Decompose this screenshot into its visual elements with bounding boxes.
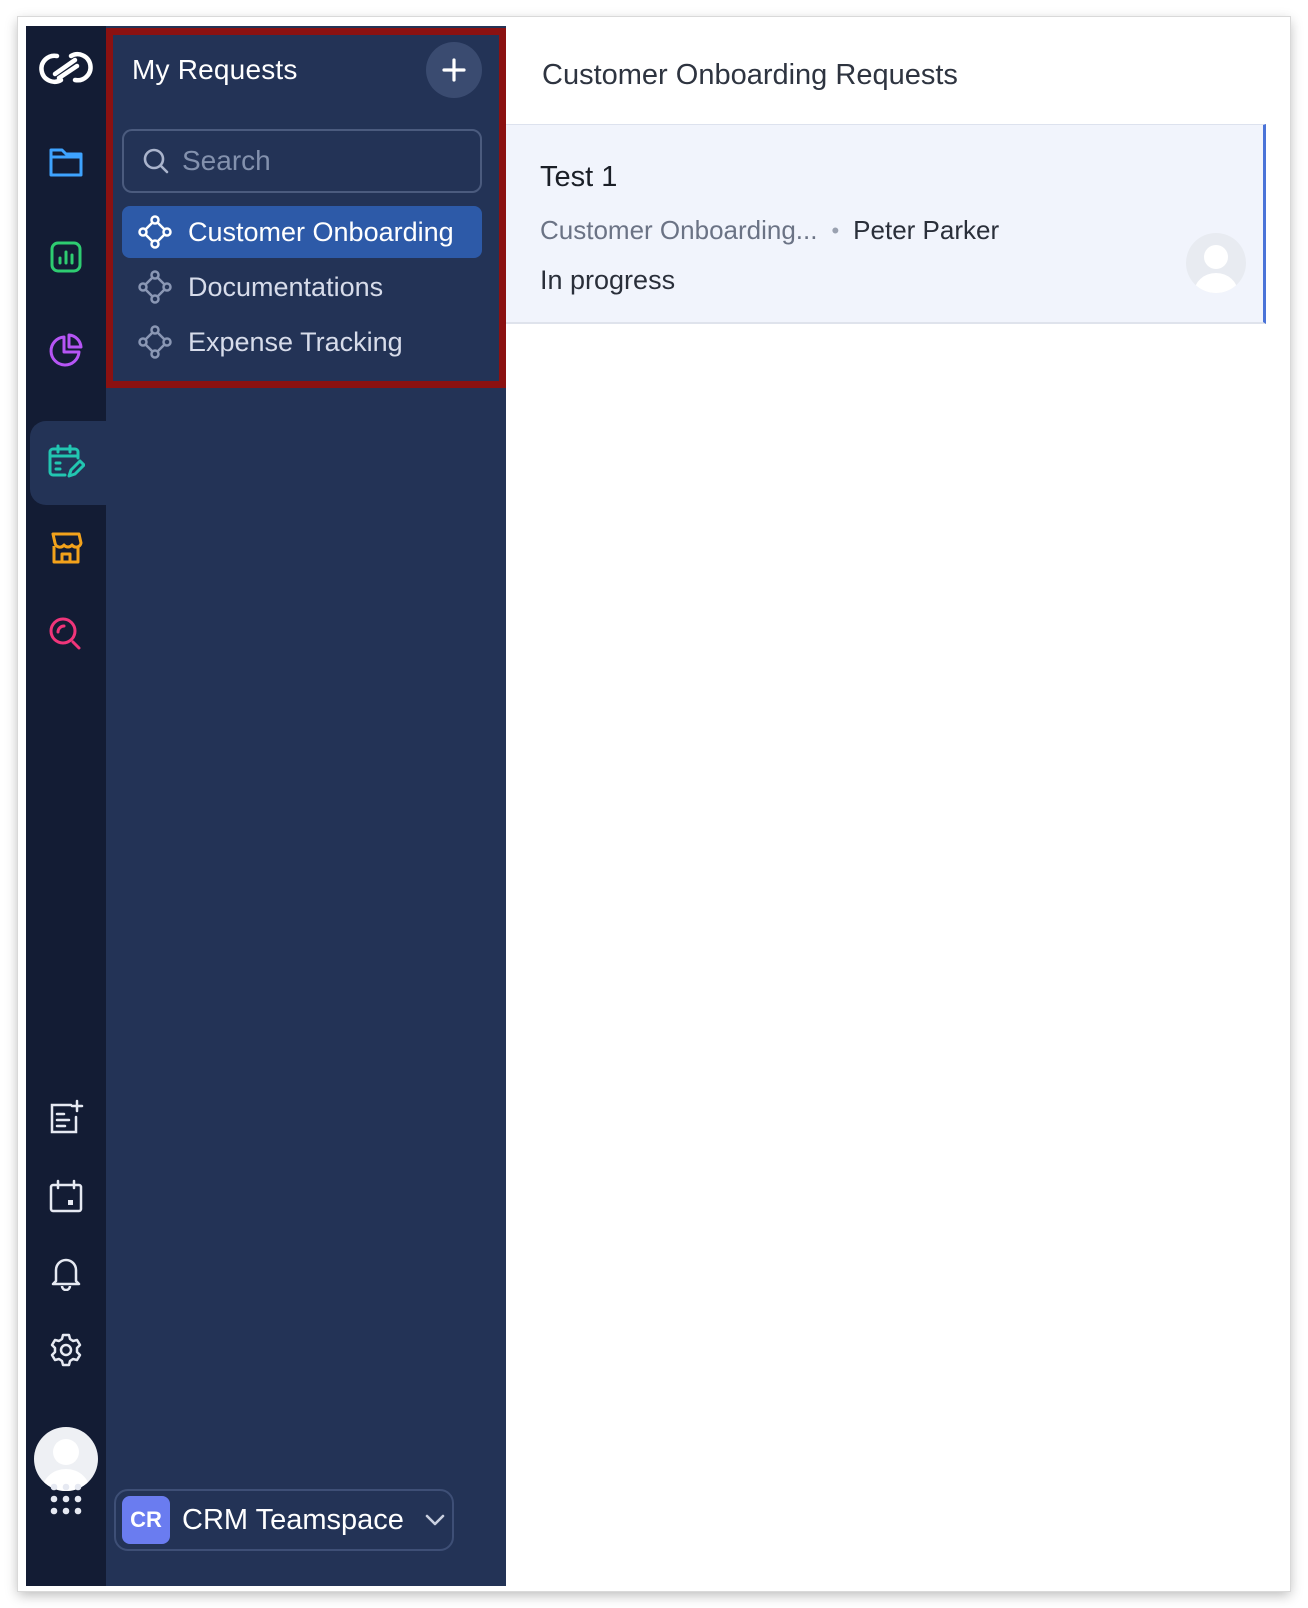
request-owner: Peter Parker xyxy=(853,215,1000,245)
nav-item-label: Expense Tracking xyxy=(188,326,403,357)
nav-item-label: Documentations xyxy=(188,271,384,302)
teamspace-name: CRM Teamspace xyxy=(182,1503,404,1536)
teamspace-switcher[interactable]: CR CRM Teamspace xyxy=(114,1489,454,1551)
requests-panel: My Requests Customer Onboarding xyxy=(106,26,506,1586)
assignee-avatar xyxy=(1186,233,1246,293)
panel-title: My Requests xyxy=(132,54,298,85)
workflow-icon xyxy=(138,215,172,249)
icon-rail xyxy=(26,26,110,1586)
bar-chart-icon[interactable] xyxy=(26,221,106,293)
request-process: Customer Onboarding... xyxy=(540,215,818,245)
teamspace-badge: CR xyxy=(122,1496,170,1544)
logo-icon[interactable] xyxy=(26,32,106,104)
nav-item-documentations[interactable]: Documentations xyxy=(122,261,482,313)
search-icon xyxy=(143,148,169,174)
add-request-button[interactable] xyxy=(426,42,482,98)
request-card[interactable]: Test 1 Customer Onboarding... • Peter Pa… xyxy=(506,124,1266,324)
search-box[interactable] xyxy=(122,129,482,193)
request-status: In progress xyxy=(540,265,676,295)
request-title: Test 1 xyxy=(540,161,618,193)
chevron-down-icon xyxy=(424,1513,446,1527)
search-input[interactable] xyxy=(182,145,472,177)
nav-item-customer-onboarding[interactable]: Customer Onboarding xyxy=(122,206,482,258)
calendar-edit-icon[interactable] xyxy=(26,426,106,498)
main-content: Customer Onboarding Requests Test 1 Cust… xyxy=(506,17,1290,1591)
nav-item-label: Customer Onboarding xyxy=(188,216,454,247)
nav-item-expense-tracking[interactable]: Expense Tracking xyxy=(122,316,482,368)
search-analytics-icon[interactable] xyxy=(26,598,106,670)
request-meta: Customer Onboarding... • Peter Parker xyxy=(540,215,999,246)
gear-icon[interactable] xyxy=(26,1314,106,1386)
app-window: My Requests Customer Onboarding xyxy=(18,17,1290,1591)
meta-separator: • xyxy=(831,217,840,243)
store-icon[interactable] xyxy=(26,512,106,584)
pie-chart-icon[interactable] xyxy=(26,314,106,386)
workflow-icon xyxy=(138,325,172,359)
bell-icon[interactable] xyxy=(26,1237,106,1309)
folder-icon[interactable] xyxy=(26,126,106,198)
add-note-icon[interactable] xyxy=(26,1082,106,1154)
calendar-icon[interactable] xyxy=(26,1160,106,1232)
plus-icon xyxy=(442,58,466,82)
page-title: Customer Onboarding Requests xyxy=(542,59,958,91)
apps-grid-icon[interactable] xyxy=(26,1463,106,1535)
workflow-icon xyxy=(138,270,172,304)
